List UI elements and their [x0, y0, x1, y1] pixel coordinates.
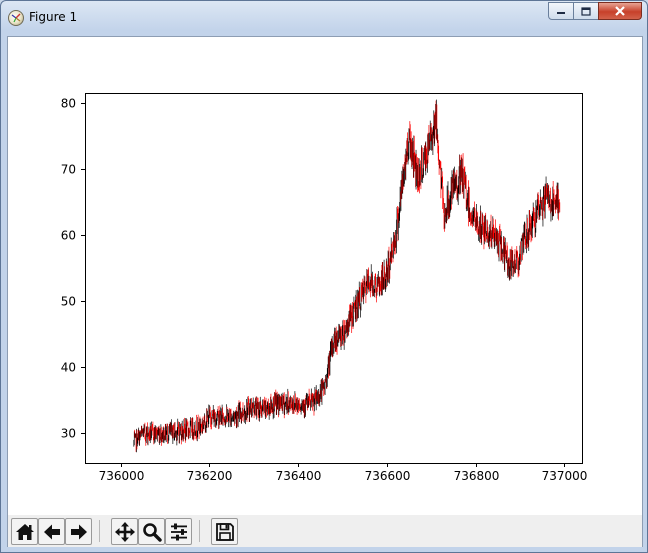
y-tick-label: 50: [61, 295, 76, 309]
x-axis: 736000 736200 736400 736600 736800 737000: [99, 463, 588, 483]
forward-arrow-icon: [70, 524, 87, 539]
navigation-toolbar: [8, 515, 642, 547]
y-tick-label: 70: [61, 163, 76, 177]
axes-frame: [85, 93, 583, 464]
figure-window: Figure 1 736000 736200 736400 736600 736800 7…: [0, 0, 648, 553]
minimize-icon: [557, 12, 565, 14]
configure-subplots-button[interactable]: [165, 518, 192, 545]
x-tick-label: 737000: [542, 469, 588, 483]
x-tick-label: 736600: [365, 469, 411, 483]
matplotlib-app-icon: [8, 10, 24, 26]
x-tick-label: 736000: [99, 469, 145, 483]
y-axis: 30 40 50 60 70 80: [61, 97, 85, 441]
close-icon: [615, 6, 625, 16]
zoom-button[interactable]: [138, 518, 165, 545]
maximize-icon: [581, 6, 591, 16]
back-button[interactable]: [38, 518, 65, 545]
save-button[interactable]: [211, 518, 238, 545]
y-tick-label: 30: [61, 427, 76, 441]
y-tick-label: 80: [61, 97, 76, 111]
save-icon: [215, 522, 234, 541]
figure-canvas-area: 736000 736200 736400 736600 736800 737000 30 4…: [7, 36, 643, 547]
x-tick-label: 736400: [276, 469, 322, 483]
home-button[interactable]: [11, 518, 38, 545]
pan-icon: [114, 521, 135, 542]
maximize-button[interactable]: [573, 2, 599, 20]
zoom-icon: [142, 522, 162, 542]
x-tick-label: 736200: [187, 469, 233, 483]
toolbar-separator: [99, 520, 100, 542]
pan-button[interactable]: [111, 518, 138, 545]
toolbar-separator: [199, 520, 200, 542]
window-controls: [548, 2, 642, 22]
title-bar[interactable]: Figure 1: [1, 1, 647, 35]
minimize-button[interactable]: [548, 2, 574, 20]
y-tick-label: 60: [61, 229, 76, 243]
forward-button[interactable]: [65, 518, 92, 545]
y-tick-label: 40: [61, 361, 76, 375]
x-tick-label: 736800: [454, 469, 500, 483]
close-button[interactable]: [598, 2, 642, 20]
configure-subplots-icon: [170, 523, 187, 540]
candlestick-chart[interactable]: 736000 736200 736400 736600 736800 737000 30 4…: [8, 37, 642, 515]
candlestick-series: [133, 99, 561, 453]
window-title: Figure 1: [29, 10, 78, 24]
back-arrow-icon: [43, 524, 60, 539]
home-icon: [15, 523, 34, 540]
